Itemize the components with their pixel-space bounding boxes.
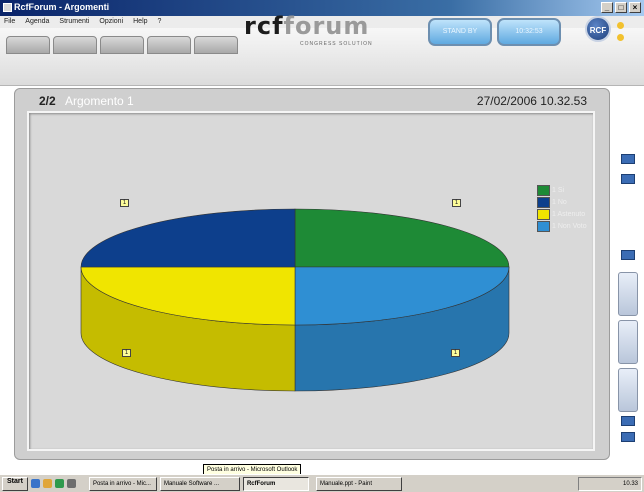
data-label-no: 1 — [120, 199, 129, 207]
menu-opzioni[interactable]: Opzioni — [99, 18, 123, 28]
help-icon[interactable] — [617, 22, 624, 29]
data-label-non-voto: 1 — [451, 349, 460, 357]
legend-item-si: 1 Si — [537, 185, 587, 196]
menu-agenda[interactable]: Agenda — [25, 18, 49, 28]
window-title: RcfForum - Argomenti — [14, 2, 110, 12]
side-mini-button-3[interactable] — [621, 416, 635, 426]
side-mini-button-2[interactable] — [621, 174, 635, 184]
tab-2[interactable] — [53, 36, 97, 54]
page-number: 2/2 — [39, 94, 56, 108]
chart-area: 1 Si 1 No 1 Astenuto 1 Non Voto 1 1 1 1 — [27, 111, 595, 451]
list-view-icon[interactable] — [618, 368, 638, 412]
pie-chart — [80, 208, 510, 392]
date-time: 27/02/2006 10.32.53 — [476, 94, 587, 108]
task-outlook[interactable]: Posta in arrivo - Mic... — [88, 476, 157, 491]
side-print-button[interactable] — [621, 250, 635, 260]
legend-item-non-voto: 1 Non Voto — [537, 221, 587, 232]
legend-label-astenuto: 1 Astenuto — [552, 211, 586, 218]
start-button[interactable]: Start — [2, 476, 28, 491]
maximize-button[interactable]: □ — [615, 2, 627, 13]
legend-item-astenuto: 1 Astenuto — [537, 209, 587, 220]
legend-item-no: 1 No — [537, 197, 587, 208]
window-controls: _ □ × — [601, 2, 641, 13]
bar-view-icon[interactable] — [618, 320, 638, 364]
results-panel: 2/2 Argomento 1 27/02/2006 10.32.53 1 Si… — [14, 88, 610, 460]
minimize-button[interactable]: _ — [601, 2, 613, 13]
explorer-quicklaunch-icon[interactable] — [66, 479, 76, 488]
tab-5[interactable] — [194, 36, 238, 54]
topic-title: Argomento 1 — [65, 94, 134, 108]
panel-header: 2/2 Argomento 1 27/02/2006 10.32.53 — [15, 89, 609, 111]
chart-legend: 1 Si 1 No 1 Astenuto 1 Non Voto — [537, 185, 587, 232]
info-icon[interactable] — [617, 34, 624, 41]
clock: 10.33 — [622, 481, 638, 487]
menu-strumenti[interactable]: Strumenti — [59, 18, 89, 28]
tab-4[interactable] — [147, 36, 191, 54]
legend-label-si: 1 Si — [552, 187, 565, 194]
data-label-si: 1 — [452, 199, 461, 207]
menu-file[interactable]: File — [4, 18, 15, 28]
tab-strip — [6, 36, 238, 54]
logo-main-text: rcf — [244, 12, 284, 40]
legend-swatch-si — [537, 185, 550, 196]
app-icon — [3, 3, 12, 12]
system-tray: 10.33 — [578, 477, 642, 491]
rcf-badge[interactable]: RCF — [585, 16, 611, 42]
pie-view-icon[interactable] — [618, 272, 638, 316]
legend-swatch-no — [537, 197, 550, 208]
tab-3[interactable] — [100, 36, 144, 54]
ie-quicklaunch-icon[interactable] — [30, 479, 40, 488]
legend-label-no: 1 No — [552, 199, 567, 206]
menu-help[interactable]: Help — [133, 18, 147, 28]
side-mini-button-4[interactable] — [621, 432, 635, 442]
task-paint[interactable]: Manuale.ppt - Paint — [315, 476, 402, 491]
status-button[interactable]: STAND BY — [428, 18, 492, 46]
logo-subtitle: CONGRESS SOLUTION — [300, 41, 373, 47]
task-rcfforum[interactable]: RcfForum — [242, 476, 309, 491]
task-manual[interactable]: Manuale Software ... — [159, 476, 240, 491]
rcf-forum-logo: rcfforum CONGRESS SOLUTION — [244, 12, 414, 47]
side-mini-button-1[interactable] — [621, 154, 635, 164]
legend-swatch-non-voto — [537, 221, 550, 232]
time-button[interactable]: 10:32:53 — [497, 18, 561, 46]
data-label-astenuto: 1 — [122, 349, 131, 357]
outlook-quicklaunch-icon[interactable] — [42, 479, 52, 488]
logo-accent-text: forum — [283, 12, 370, 40]
legend-label-non-voto: 1 Non Voto — [552, 223, 587, 230]
pie-slice-no — [80, 208, 296, 268]
tab-1[interactable] — [6, 36, 50, 54]
taskbar: Start Posta in arrivo - Mic... Manuale S… — [0, 474, 644, 492]
menu-about[interactable]: ? — [158, 18, 162, 28]
close-button[interactable]: × — [629, 2, 641, 13]
legend-swatch-astenuto — [537, 209, 550, 220]
pie-slice-si — [294, 208, 510, 268]
desktop-quicklaunch-icon[interactable] — [54, 479, 64, 488]
